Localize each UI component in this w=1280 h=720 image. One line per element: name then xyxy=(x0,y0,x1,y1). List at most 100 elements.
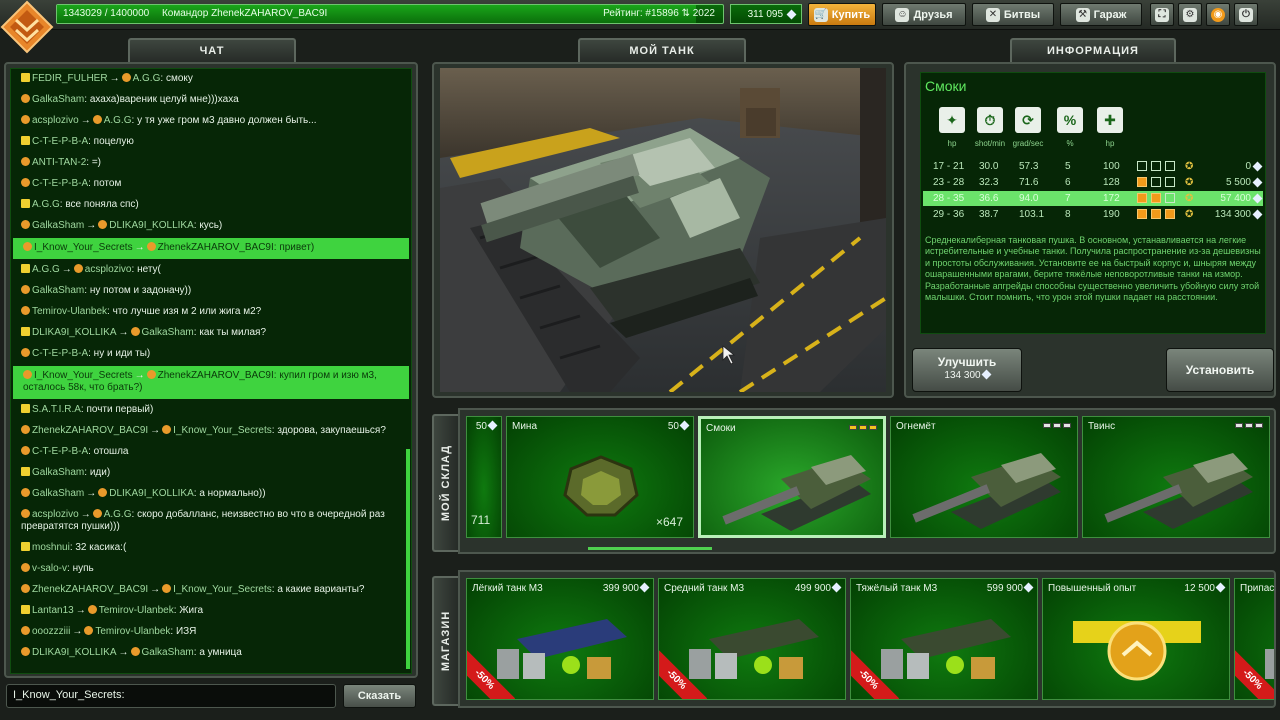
chat-recipient[interactable]: A.G.G xyxy=(104,115,132,126)
chat-sender[interactable]: ZhenekZAHAROV_BAC9I xyxy=(32,425,148,436)
rank-badge-icon xyxy=(21,626,30,635)
chat-recipient[interactable]: A.G.G xyxy=(104,509,132,520)
chat-message[interactable]: GalkaSham: ну потом и задоначу)) xyxy=(11,281,411,302)
chat-recipient[interactable]: Temirov-Ulanbek xyxy=(95,626,170,637)
chat-sender[interactable]: Temirov-Ulanbek xyxy=(32,306,107,317)
chat-sender[interactable]: C-T-E-P-B-A xyxy=(32,178,88,189)
chat-sender[interactable]: GalkaSham xyxy=(32,467,84,478)
buy-button[interactable]: 🛒 Купить xyxy=(808,3,876,26)
chat-sender[interactable]: ANTI-TAN-2 xyxy=(32,157,86,168)
chat-message[interactable]: v-salo-v: нупь xyxy=(11,559,411,580)
chat-sender[interactable]: DLIKA9I_KOLLIKA xyxy=(32,647,117,658)
shop-item[interactable]: Лёгкий танк M3 399 900 -50% xyxy=(466,578,654,700)
chat-sender[interactable]: GalkaSham xyxy=(32,285,84,296)
exit-button[interactable]: ⏻ xyxy=(1234,3,1258,26)
chat-message[interactable]: acsplozivo → A.G.G: у тя уже гром м3 давно… xyxy=(11,111,411,132)
chat-recipient[interactable]: A.G.G xyxy=(133,73,161,84)
chat-message[interactable]: Lantan13 → Temirov-Ulanbek: Жига xyxy=(11,601,411,622)
chat-recipient[interactable]: ZhenekZAHAROV_BAC9I xyxy=(158,242,274,253)
chat-sender[interactable]: GalkaSham xyxy=(32,94,84,105)
garage-tank-view[interactable] xyxy=(440,68,886,392)
chat-message[interactable]: DLIKA9I_KOLLIKA → GalkaSham: а умница xyxy=(11,643,411,664)
chat-recipient[interactable]: I_Know_Your_Secrets xyxy=(173,425,272,436)
rank-badge-icon xyxy=(73,264,83,273)
chat-sender[interactable]: C-T-E-P-B-A xyxy=(32,136,88,147)
chat-recipient[interactable]: DLIKA9I_KOLLIKA xyxy=(109,488,194,499)
chat-recipient[interactable]: Temirov-Ulanbek xyxy=(99,605,174,616)
settings-button[interactable]: ⚙ xyxy=(1178,3,1202,26)
chat-sender[interactable]: moshnui xyxy=(32,542,70,553)
chat-sender[interactable]: C-T-E-P-B-A xyxy=(32,446,88,457)
chat-recipient[interactable]: acsplozivo xyxy=(85,264,132,275)
chat-message[interactable]: ANTI-TAN-2: =) xyxy=(11,153,411,174)
chat-input[interactable]: I_Know_Your_Secrets: xyxy=(6,684,336,708)
chat-sender[interactable]: GalkaSham xyxy=(32,488,84,499)
chat-sender[interactable]: DLIKA9I_KOLLIKA xyxy=(32,327,117,338)
chat-message[interactable]: A.G.G → acsplozivo: нету( xyxy=(11,260,411,281)
shop-item[interactable]: Средний танк M3 499 900 -50% xyxy=(658,578,846,700)
chat-message[interactable]: GalkaSham: иди) xyxy=(11,463,411,484)
chat-scrollbar[interactable] xyxy=(406,449,410,669)
chat-message[interactable]: ooozzziii → Temirov-Ulanbek: ИЗЯ xyxy=(11,622,411,643)
chat-sender[interactable]: S.A.T.I.R.A xyxy=(32,404,81,415)
chat-message[interactable]: S.A.T.I.R.A: почти первый) xyxy=(11,400,411,421)
warehouse-scroll-indicator[interactable] xyxy=(588,547,712,550)
chat-message[interactable]: C-T-E-P-B-A: поцелую xyxy=(11,132,411,153)
chat-message[interactable]: I_Know_Your_Secrets → ZhenekZAHAROV_BAC9I:… xyxy=(13,238,409,259)
upgrade-button[interactable]: Улучшить 134 300 xyxy=(912,348,1022,392)
chat-recipient[interactable]: GalkaSham xyxy=(142,647,194,658)
warehouse-item[interactable]: 50 711 xyxy=(466,416,502,538)
install-button[interactable]: Установить xyxy=(1166,348,1274,392)
chat-message[interactable]: GalkaSham → DLIKA9I_KOLLIKA: кусь) xyxy=(11,216,411,237)
chat-recipient[interactable]: GalkaSham xyxy=(142,327,194,338)
warehouse-item[interactable]: Мина 50 ×647 xyxy=(506,416,694,538)
chat-message[interactable]: A.G.G: все поняла спс) xyxy=(11,195,411,216)
chat-text: нету( xyxy=(137,264,161,275)
chat-recipient[interactable]: I_Know_Your_Secrets xyxy=(173,584,272,595)
chat-text: все поняла спс) xyxy=(65,199,139,210)
chat-message[interactable]: acsplozivo → A.G.G: скоро добалланс, неизв… xyxy=(11,505,411,538)
warehouse-item[interactable]: Твинс xyxy=(1082,416,1270,538)
chat-recipient[interactable]: DLIKA9I_KOLLIKA xyxy=(109,220,194,231)
warehouse-item[interactable]: Огнемёт xyxy=(890,416,1078,538)
sound-button[interactable]: ◉ xyxy=(1206,3,1230,26)
reply-arrow-icon: → xyxy=(118,647,129,658)
chat-sender[interactable]: I_Know_Your_Secrets xyxy=(34,242,133,253)
chat-message[interactable]: ZhenekZAHAROV_BAC9I → I_Know_Your_Secrets:… xyxy=(11,580,411,601)
chat-message[interactable]: moshnui: 32 касика:( xyxy=(11,538,411,559)
chat-message[interactable]: Temirov-Ulanbek: что лучше изя м 2 или ж… xyxy=(11,302,411,323)
chat-message[interactable]: FEDIR_FULHER → A.G.G: смоку xyxy=(11,69,411,90)
chat-recipient[interactable]: ZhenekZAHAROV_BAC9I xyxy=(158,370,274,381)
chat-message[interactable]: C-T-E-P-B-A: ну и иди ты) xyxy=(11,344,411,365)
chat-sender[interactable]: ZhenekZAHAROV_BAC9I xyxy=(32,584,148,595)
shop-item[interactable]: Тяжёлый танк M3 599 900 -50% xyxy=(850,578,1038,700)
chat-sender[interactable]: v-salo-v xyxy=(32,563,67,574)
chat-message[interactable]: GalkaSham: ахаха)вареник целуй мне)))хах… xyxy=(11,90,411,111)
send-message-button[interactable]: Сказать xyxy=(343,684,416,708)
chat-sender[interactable]: GalkaSham xyxy=(32,220,84,231)
chat-sender[interactable]: I_Know_Your_Secrets xyxy=(34,370,133,381)
shop-item[interactable]: Припас -50% xyxy=(1234,578,1274,700)
chat-message[interactable]: DLIKA9I_KOLLIKA → GalkaSham: как ты милая? xyxy=(11,323,411,344)
item-details: Смоки ✦ ⏱ ⟳ % ✚ hp shot/min grad/sec % h… xyxy=(920,72,1266,334)
chat-message[interactable]: I_Know_Your_Secrets → ZhenekZAHAROV_BAC9I:… xyxy=(13,366,409,399)
friends-button[interactable]: ☺ Друзья xyxy=(882,3,966,26)
chat-sender[interactable]: ooozzziii xyxy=(32,626,70,637)
chat-message-list[interactable]: FEDIR_FULHER → A.G.G: смоку GalkaSham: ахах… xyxy=(10,68,412,674)
battles-button[interactable]: ✕ Битвы xyxy=(972,3,1054,26)
shop-item[interactable]: Повышенный опыт 12 500 xyxy=(1042,578,1230,700)
chat-message[interactable]: C-T-E-P-B-A: отошла xyxy=(11,442,411,463)
chat-sender[interactable]: acsplozivo xyxy=(32,115,79,126)
chat-sender[interactable]: A.G.G xyxy=(32,264,60,275)
garage-button[interactable]: ⚒ Гараж xyxy=(1060,3,1142,26)
chat-message[interactable]: C-T-E-P-B-A: потом xyxy=(11,174,411,195)
warehouse-item[interactable]: Смоки xyxy=(698,416,886,538)
chat-message[interactable]: ZhenekZAHAROV_BAC9I → I_Know_Your_Secrets:… xyxy=(11,421,411,442)
chat-sender[interactable]: acsplozivo xyxy=(32,509,79,520)
chat-sender[interactable]: C-T-E-P-B-A xyxy=(32,348,88,359)
chat-sender[interactable]: A.G.G xyxy=(32,199,60,210)
fullscreen-button[interactable]: ⛶ xyxy=(1150,3,1174,26)
chat-sender[interactable]: FEDIR_FULHER xyxy=(32,73,108,84)
chat-sender[interactable]: Lantan13 xyxy=(32,605,74,616)
chat-message[interactable]: GalkaSham → DLIKA9I_KOLLIKA: а нормально)) xyxy=(11,484,411,505)
